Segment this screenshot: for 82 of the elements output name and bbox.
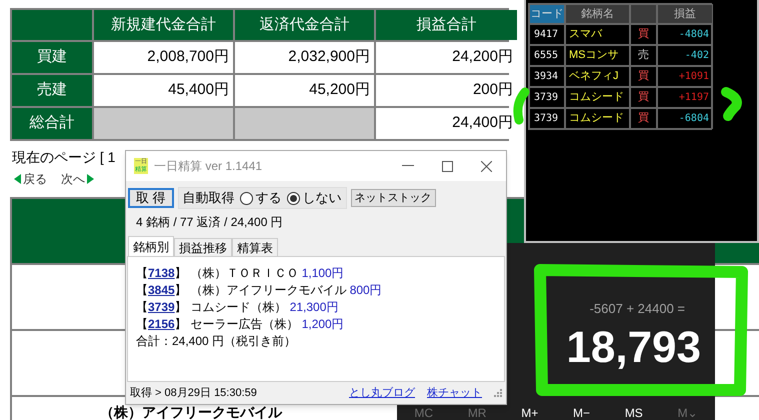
table-cell: -402 [657, 45, 713, 66]
window-title: 一日精算 ver 1.1441 [154, 158, 262, 175]
stock-amount: 1,200円 [302, 316, 344, 333]
tab[interactable]: 銘柄別 [128, 236, 174, 256]
table-cell: MSコンサ [565, 45, 630, 66]
stock-name: （株）アイフリークモバイル [190, 282, 347, 299]
table-cell: 2,032,900円 [235, 42, 374, 73]
table-cell: スマバ [565, 24, 630, 45]
minimize-icon[interactable] [402, 165, 414, 167]
stock-amount: 1,100円 [302, 265, 344, 282]
bracket-text: 【 [136, 299, 148, 316]
table-cell: 買 [630, 24, 657, 45]
column-header: コード [529, 4, 565, 24]
bracket-text: 【 [136, 316, 148, 333]
row-header: 買建 [12, 42, 92, 73]
stock-name: コムシード（株） [190, 299, 287, 316]
close-icon[interactable] [481, 160, 492, 172]
bracket-text: 】 [174, 316, 187, 333]
bracket-text: 】 [174, 282, 187, 299]
bracket-text: 【 [136, 282, 148, 299]
summary-text: 4 銘柄 / 77 返済 / 24,400 円 [136, 214, 283, 231]
stock-name: （株）ＴＯＲＩＣＯ [190, 265, 299, 282]
table-cell: 45,400円 [94, 75, 233, 106]
table-cell: +1197 [657, 87, 713, 108]
memory-button[interactable]: M− [573, 406, 590, 420]
status-link[interactable]: 株チャット [427, 384, 482, 402]
maximize-icon[interactable] [442, 160, 453, 172]
table-cell: 45,200円 [235, 75, 374, 106]
table-cell: 買 [630, 66, 657, 87]
table-cell: 買 [630, 87, 657, 108]
radio-option[interactable]: する [240, 188, 282, 208]
calculator-result: 18,793 [566, 322, 701, 374]
table-cell: 買 [630, 108, 657, 129]
table-cell: +1091 [657, 66, 713, 87]
total-text: 合計：24,400 円（税引き前） [136, 333, 296, 350]
bracket-text: 】 [174, 265, 187, 282]
memory-button[interactable]: MS [624, 406, 643, 420]
tab[interactable]: 精算表 [232, 238, 278, 256]
stock-amount: 21,300円 [290, 299, 338, 316]
tab[interactable]: 損益推移 [174, 238, 232, 256]
back-link[interactable]: 戻る [14, 170, 47, 188]
table-cell: 3934 [529, 66, 565, 87]
stock-code-link[interactable]: 7138 [148, 265, 175, 282]
table-cell: 6555 [529, 45, 565, 66]
column-header: 損益 [657, 4, 713, 24]
bracket-text: 】 [174, 299, 187, 316]
table-cell: コムシード [565, 87, 630, 108]
resize-grip-icon[interactable] [494, 389, 502, 398]
table-cell: 2,008,700円 [94, 42, 233, 73]
row-header: 売建 [12, 75, 92, 106]
column-header: 損益合計 [376, 10, 517, 40]
table-cell: -6804 [657, 108, 713, 129]
stock-code-link[interactable]: 3845 [148, 282, 175, 299]
table-cell: コムシード [565, 108, 630, 129]
table-cell: -4804 [657, 24, 713, 45]
next-link[interactable]: 次へ [61, 170, 94, 188]
row-header: 総合計 [12, 108, 92, 139]
stock-heading: （株）アイフリークモバイル [100, 404, 282, 420]
memory-button[interactable]: M+ [521, 406, 538, 420]
fetch-button[interactable]: 取 得 [128, 188, 174, 208]
stock-code-link[interactable]: 2156 [148, 316, 175, 333]
column-header: 返済代金合計 [235, 10, 374, 40]
netstock-button[interactable]: ネットストック [350, 189, 436, 207]
right-triangle-icon [87, 174, 94, 184]
bracket-text: 【 [136, 265, 148, 282]
table-cell: ベネフィJ [565, 66, 630, 87]
column-header: 新規建代金合計 [94, 10, 233, 40]
status-text: 取得 > 08月29日 15:30:59 [130, 386, 257, 401]
left-triangle-icon [14, 174, 21, 184]
page-indicator: 現在のページ [ 1 [12, 148, 116, 167]
table-cell: 売 [630, 45, 657, 66]
status-link[interactable]: とし丸ブログ [349, 384, 415, 402]
stock-name: セーラー広告（株） [190, 316, 299, 333]
calculator-expression: -5607 + 24400 = [590, 300, 685, 318]
table-cell: 3739 [529, 87, 565, 108]
radio-option[interactable]: しない [286, 188, 342, 208]
stock-amount: 800円 [350, 282, 382, 299]
table-cell: 9417 [529, 24, 565, 45]
stock-code-link[interactable]: 3739 [148, 299, 175, 316]
table-cell: 3739 [529, 108, 565, 129]
auto-fetch-label: 自動取得 [182, 189, 235, 208]
column-header: 銘柄名 [565, 4, 630, 24]
